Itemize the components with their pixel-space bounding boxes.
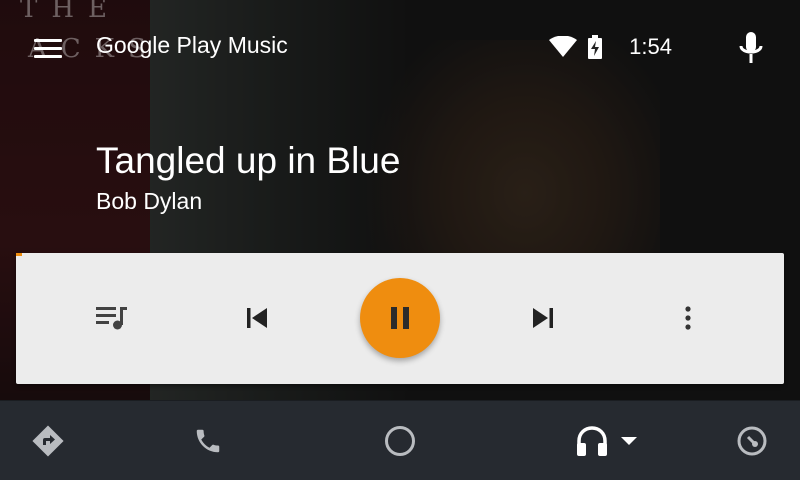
track-artist: Bob Dylan <box>96 188 203 214</box>
bottom-navigation-bar <box>0 400 800 480</box>
more-vert-icon <box>685 306 691 330</box>
nav-phone-button[interactable] <box>188 421 228 461</box>
home-circle-icon <box>385 426 415 456</box>
skip-next-icon <box>533 308 553 328</box>
nav-navigation-button[interactable] <box>28 421 68 461</box>
menu-button[interactable] <box>30 30 66 66</box>
top-bar: Google Play Music 1:54 <box>0 0 800 96</box>
nav-car-button[interactable] <box>732 421 772 461</box>
app-title: Google Play Music <box>96 32 288 58</box>
more-options-button[interactable] <box>676 301 700 335</box>
navigation-icon <box>32 425 64 457</box>
queue-music-icon <box>96 307 127 330</box>
menu-icon-line <box>34 54 62 58</box>
previous-track-button[interactable] <box>242 301 272 335</box>
status-area: 1:54 <box>549 34 672 60</box>
microphone-icon[interactable] <box>736 32 766 64</box>
menu-icon-line <box>34 46 62 50</box>
phone-icon <box>196 429 220 453</box>
progress-bar[interactable] <box>16 253 784 256</box>
skip-previous-icon <box>247 308 267 328</box>
progress-fill <box>16 253 23 256</box>
status-time: 1:54 <box>629 34 672 59</box>
queue-button[interactable] <box>96 301 130 335</box>
wifi-icon <box>549 36 578 57</box>
menu-icon-line <box>34 38 62 42</box>
track-title: Tangled up in Blue <box>96 140 401 181</box>
battery-charging-icon <box>588 35 603 59</box>
car-gauge-icon <box>737 426 767 456</box>
playback-controls-card <box>16 253 784 384</box>
nav-music-button[interactable] <box>572 421 642 461</box>
headphones-icon <box>577 426 607 456</box>
pause-icon <box>391 307 409 329</box>
nav-home-button[interactable] <box>380 421 420 461</box>
next-track-button[interactable] <box>528 301 558 335</box>
chevron-down-icon <box>621 437 637 445</box>
track-info: Tangled up in Blue Bob Dylan <box>96 140 400 215</box>
play-pause-button[interactable] <box>360 278 440 358</box>
